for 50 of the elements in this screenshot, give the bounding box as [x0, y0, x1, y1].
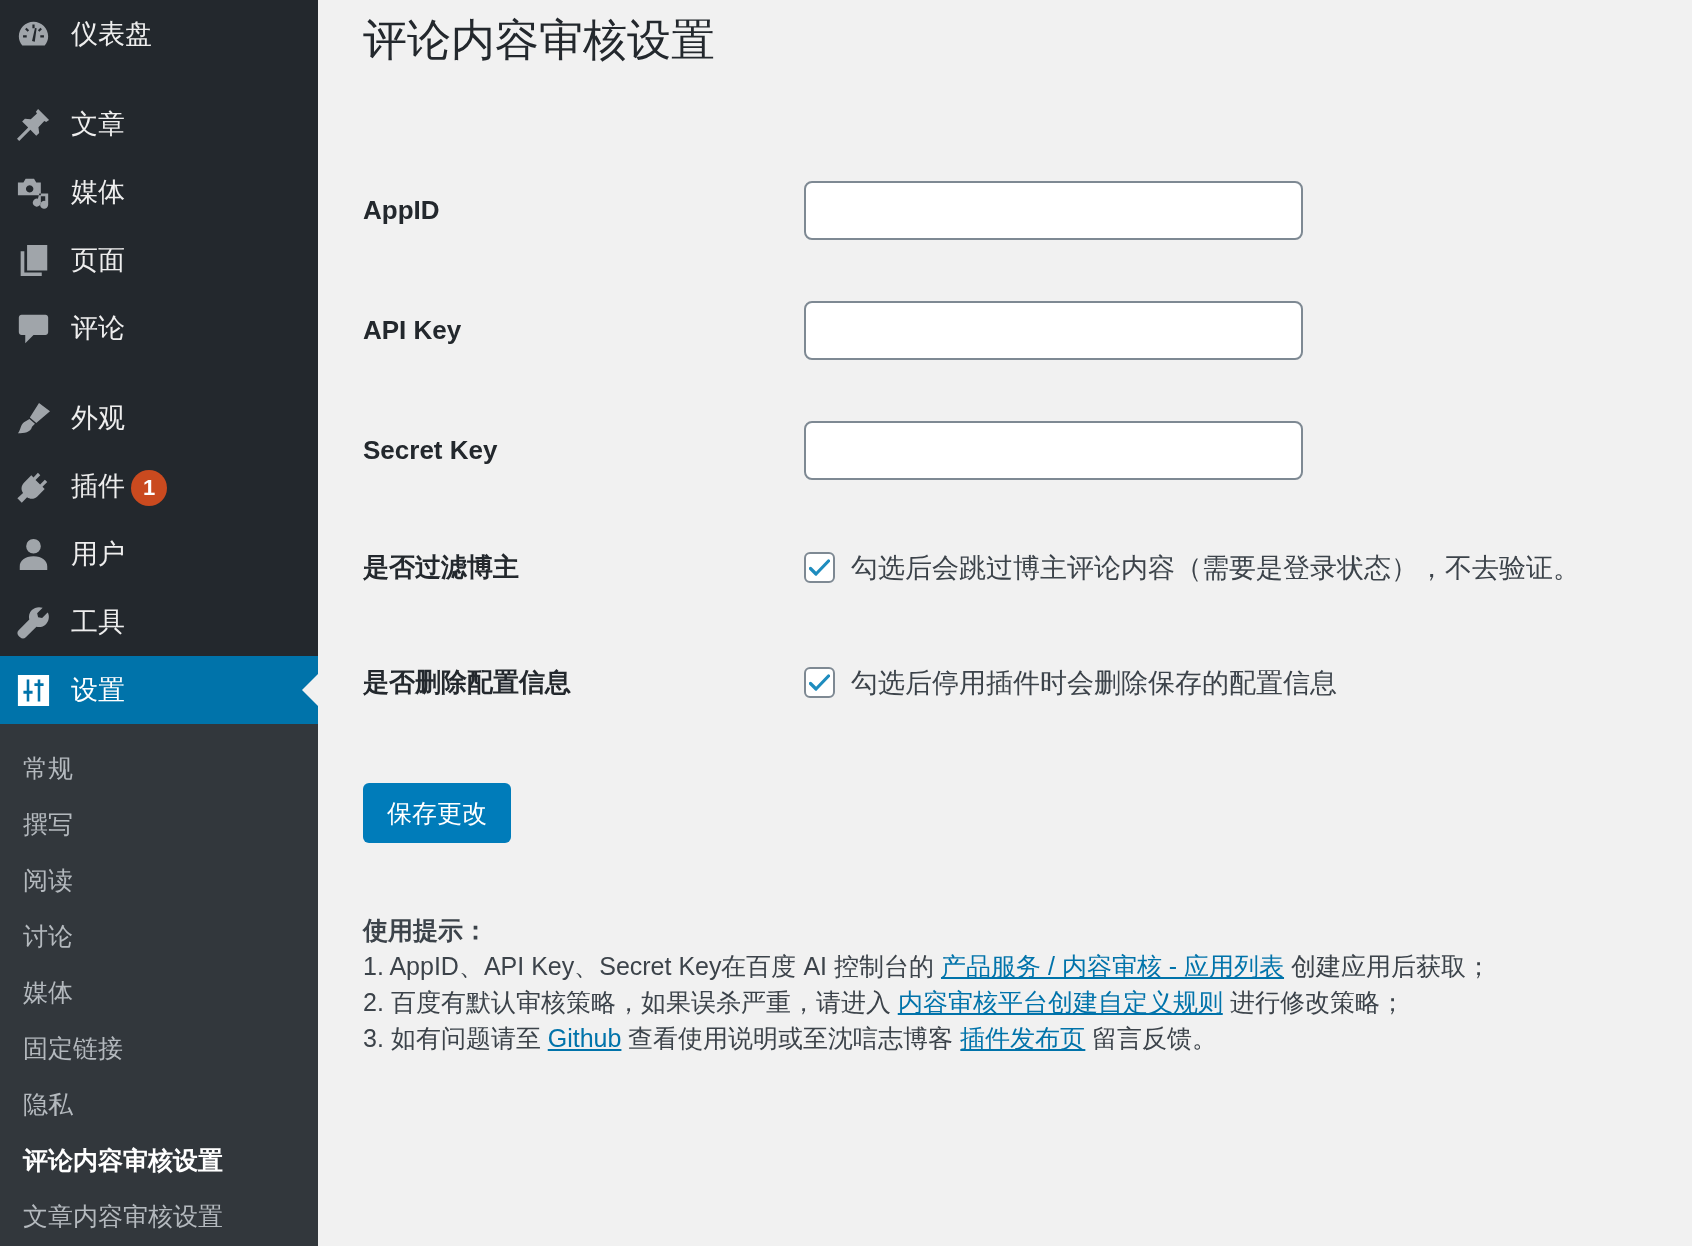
page-title: 评论内容审核设置 [363, 14, 715, 66]
sidebar-menu-item[interactable]: 页面 [0, 226, 318, 294]
field-label: 是否删除配置信息 [363, 666, 571, 699]
help-text-line: 3. 如有问题请至 Github 查看使用说明或至沈唁志博客 插件发布页 留言反馈。 [363, 1023, 1218, 1054]
field-label: API Key [363, 314, 462, 346]
sidebar-menu-item[interactable]: 媒体 [0, 158, 318, 226]
field-label: Secret Key [363, 434, 498, 466]
help-text-line: 2. 百度有默认审核策略，如果误杀严重，请进入 内容审核平台创建自定义规则 进行修改策略； [363, 987, 1405, 1018]
triangle-pointer-icon [302, 674, 318, 706]
checkbox-description: 勾选后停用插件时会删除保存的配置信息 [851, 666, 1337, 700]
wrench-icon [17, 605, 50, 639]
submenu-item[interactable]: 撰写 [0, 796, 73, 852]
submenu-item[interactable]: 常规 [0, 740, 73, 796]
save-button[interactable]: 保存更改 [363, 783, 511, 843]
help-heading: 使用提示： [363, 915, 488, 946]
checkbox[interactable] [804, 667, 835, 698]
field-label: AppID [363, 194, 440, 226]
sliders-icon [17, 673, 50, 707]
paintbrush-icon [17, 401, 50, 435]
field-label: 是否过滤博主 [363, 551, 519, 584]
text-input-field[interactable] [804, 180, 1303, 240]
submenu-item[interactable]: 阅读 [0, 852, 73, 908]
sidebar-menu-item[interactable]: 用户 [0, 520, 318, 588]
text-input-field[interactable] [804, 420, 1303, 480]
count-badge: 1 [131, 470, 167, 506]
pushpin-icon [17, 107, 50, 141]
submenu-item[interactable]: 讨论 [0, 908, 73, 964]
checkbox-description: 勾选后会跳过博主评论内容（需要是登录状态），不去验证。 [851, 551, 1580, 585]
sidebar-menu-item[interactable]: 工具 [0, 588, 318, 656]
text-link[interactable]: 内容审核平台创建自定义规则 [897, 988, 1223, 1016]
sidebar-menu-item[interactable]: 插件 1 [0, 452, 318, 520]
text-link[interactable]: 产品服务 / 内容审核 - 应用列表 [940, 952, 1285, 980]
check-icon [809, 673, 830, 692]
submenu-item[interactable]: 文章内容审核设置 [0, 1188, 223, 1244]
text-link[interactable]: Github [547, 1024, 622, 1052]
help-text-line: 1. AppID、API Key、Secret Key在百度 AI 控制台的 产品服务 / 内容审核 - 应用列表 创建应用后获取； [363, 951, 1491, 982]
checkbox[interactable] [804, 552, 835, 583]
submenu-item[interactable]: 隐私 [0, 1076, 73, 1132]
person-icon [17, 537, 50, 571]
sidebar-menu-item[interactable]: 文章 [0, 90, 318, 158]
sidebar-menu-item[interactable]: 设置 [0, 656, 318, 724]
check-icon [809, 558, 830, 577]
sidebar-menu-item[interactable]: 仪表盘 [0, 0, 318, 68]
sidebar-menu-item[interactable]: 外观 [0, 384, 318, 452]
text-input-field[interactable] [804, 300, 1303, 360]
text-link[interactable]: 插件发布页 [960, 1024, 1086, 1052]
submenu-item[interactable]: 固定链接 [0, 1020, 123, 1076]
submenu-item[interactable]: 媒体 [0, 964, 73, 1020]
sidebar-menu-item[interactable]: 评论 [0, 294, 318, 362]
submenu-item[interactable]: 评论内容审核设置 [0, 1132, 223, 1188]
